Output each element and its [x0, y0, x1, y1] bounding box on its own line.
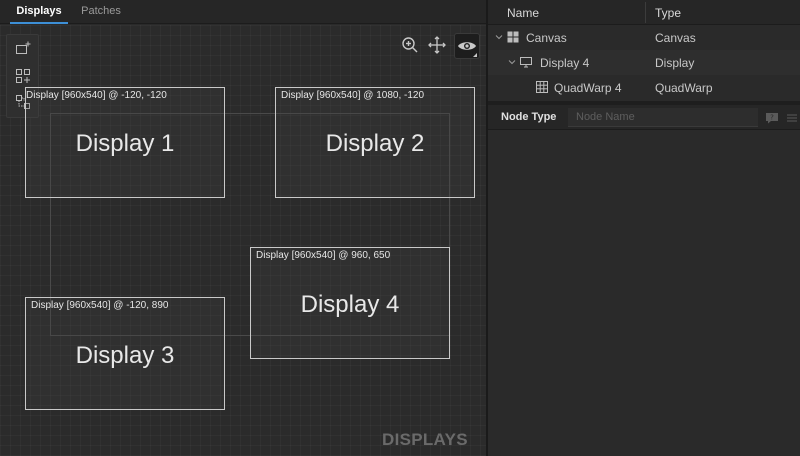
display-1[interactable]: Display [960x540] @ -120, -120 Display 1 [25, 87, 225, 198]
tree-row-type: QuadWarp [655, 81, 713, 95]
displays-canvas[interactable]: Display [960x540] @ -120, -120 Display 1… [0, 25, 486, 456]
display-2-info: Display [960x540] @ 1080, -120 [281, 90, 425, 101]
column-name-header[interactable]: Name [507, 6, 539, 20]
tree-row-type: Display [655, 56, 695, 70]
pan-icon[interactable] [425, 33, 449, 57]
tree-row-type: Canvas [655, 31, 696, 45]
display-2[interactable]: Display [960x540] @ 1080, -120 Display 2 [275, 87, 475, 198]
tree-row-display-4[interactable]: Display 4 Display [488, 50, 800, 75]
add-group-icon[interactable] [14, 67, 32, 85]
display-1-info: Display [960x540] @ -120, -120 [26, 90, 167, 101]
tree-row-label: Canvas [526, 31, 567, 45]
properties-header: Node Type ? [488, 105, 800, 130]
hierarchy-panel: Name Type Canvas Canvas Display 4 Displa… [488, 0, 800, 456]
display-3-info: Display [960x540] @ -120, 890 [31, 300, 169, 311]
display-3-label: Display 3 [75, 342, 175, 369]
canvas-watermark: DISPLAYS [382, 430, 468, 449]
chevron-down-icon[interactable] [493, 31, 505, 43]
column-type-header[interactable]: Type [655, 6, 681, 20]
display-3[interactable]: Display [960x540] @ -120, 890 Display 3 [25, 297, 225, 410]
tree-header: Name Type [488, 0, 800, 25]
view-toolbar [398, 33, 480, 59]
node-type-label: Node Type [501, 111, 557, 123]
tab-patches[interactable]: Patches [72, 0, 130, 24]
add-display-icon[interactable] [14, 40, 32, 58]
display-2-label: Display 2 [325, 130, 425, 157]
column-divider[interactable] [645, 2, 646, 23]
tree-row-label: Display 4 [540, 56, 590, 70]
displays-panel: Displays Patches Display [960x540] @ -12… [0, 0, 486, 456]
menu-icon[interactable] [786, 111, 798, 123]
svg-text:?: ? [770, 114, 774, 122]
eye-icon[interactable] [454, 33, 480, 59]
quadwarp-grid-icon [536, 81, 548, 93]
help-icon[interactable]: ? [765, 111, 779, 124]
tab-bar: Displays Patches [0, 0, 486, 24]
display-4-label: Display 4 [300, 291, 400, 318]
display-4[interactable]: Display [960x540] @ 960, 650 Display 4 [250, 247, 450, 359]
properties-body [488, 130, 800, 456]
tree-row-quadwarp-4[interactable]: QuadWarp 4 QuadWarp [488, 75, 800, 100]
display-4-info: Display [960x540] @ 960, 650 [256, 250, 391, 261]
zoom-in-icon[interactable] [398, 33, 422, 57]
tree-row-canvas[interactable]: Canvas Canvas [488, 25, 800, 50]
monitor-icon [520, 56, 532, 68]
chevron-down-icon[interactable] [506, 56, 518, 68]
node-name-input[interactable] [568, 108, 758, 127]
grid-icon [507, 31, 519, 43]
display-1-label: Display 1 [75, 130, 175, 157]
tab-displays[interactable]: Displays [10, 0, 68, 24]
tree-row-label: QuadWarp 4 [554, 81, 622, 95]
